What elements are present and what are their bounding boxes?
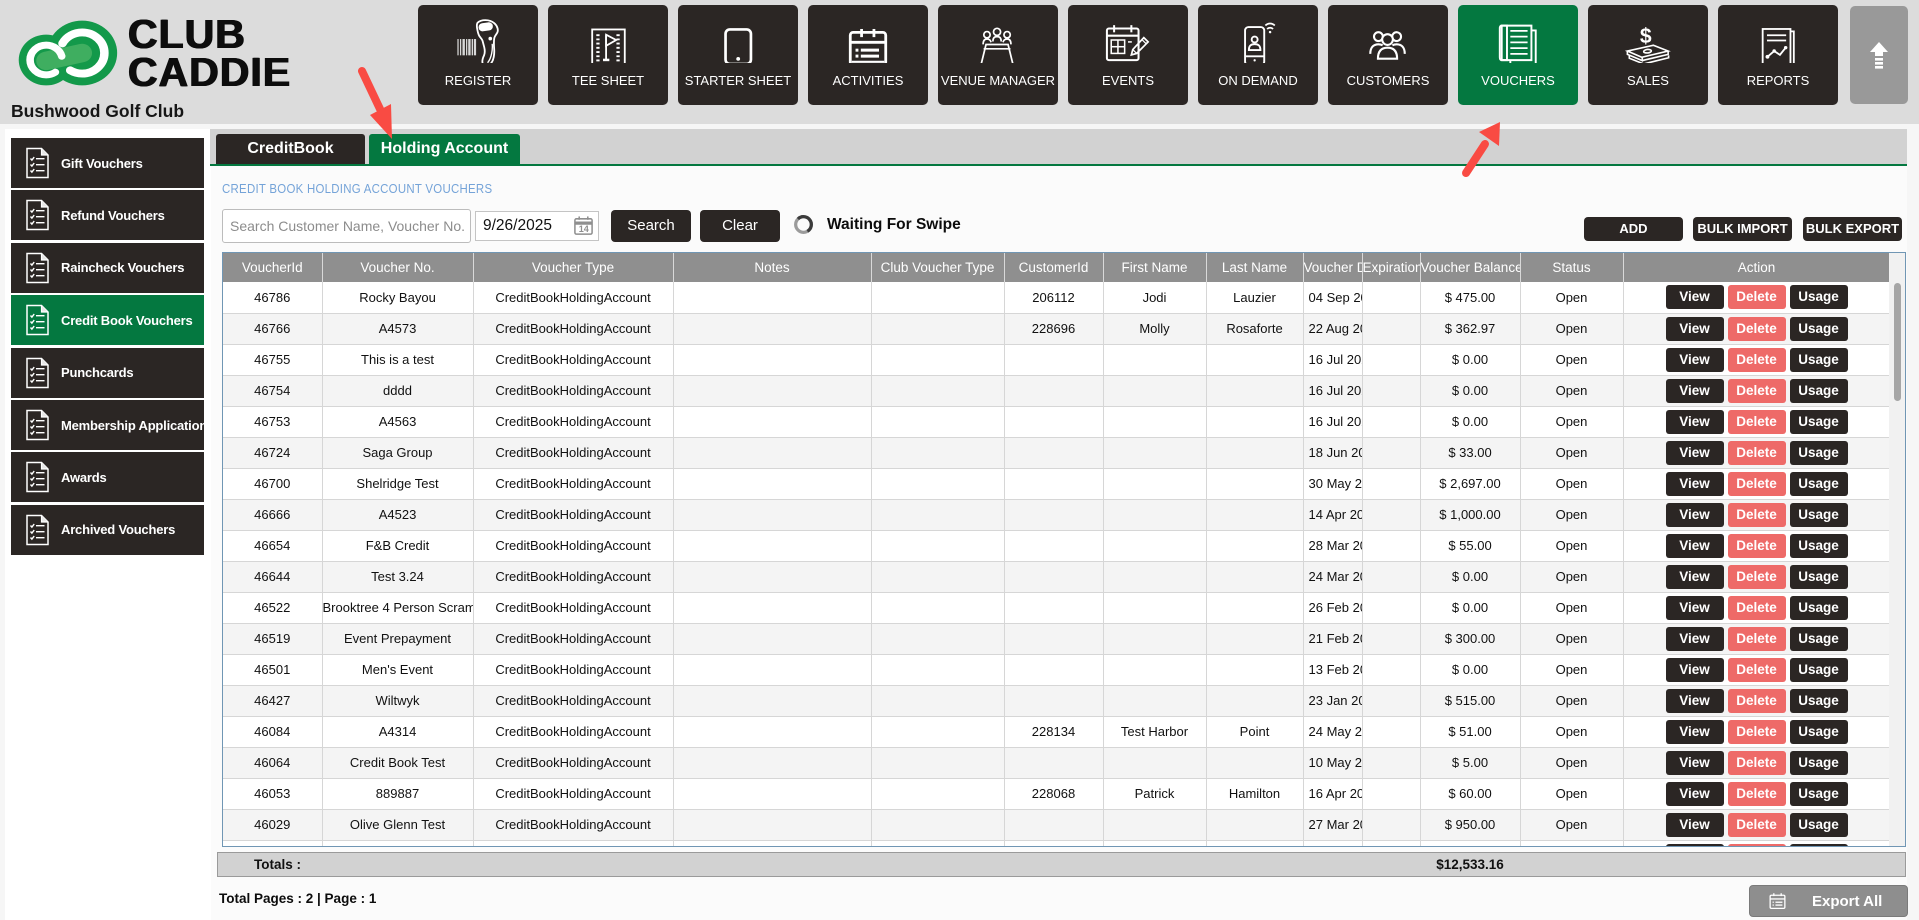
svg-text:14: 14 [579,224,589,234]
svg-text:$: $ [1640,25,1652,48]
